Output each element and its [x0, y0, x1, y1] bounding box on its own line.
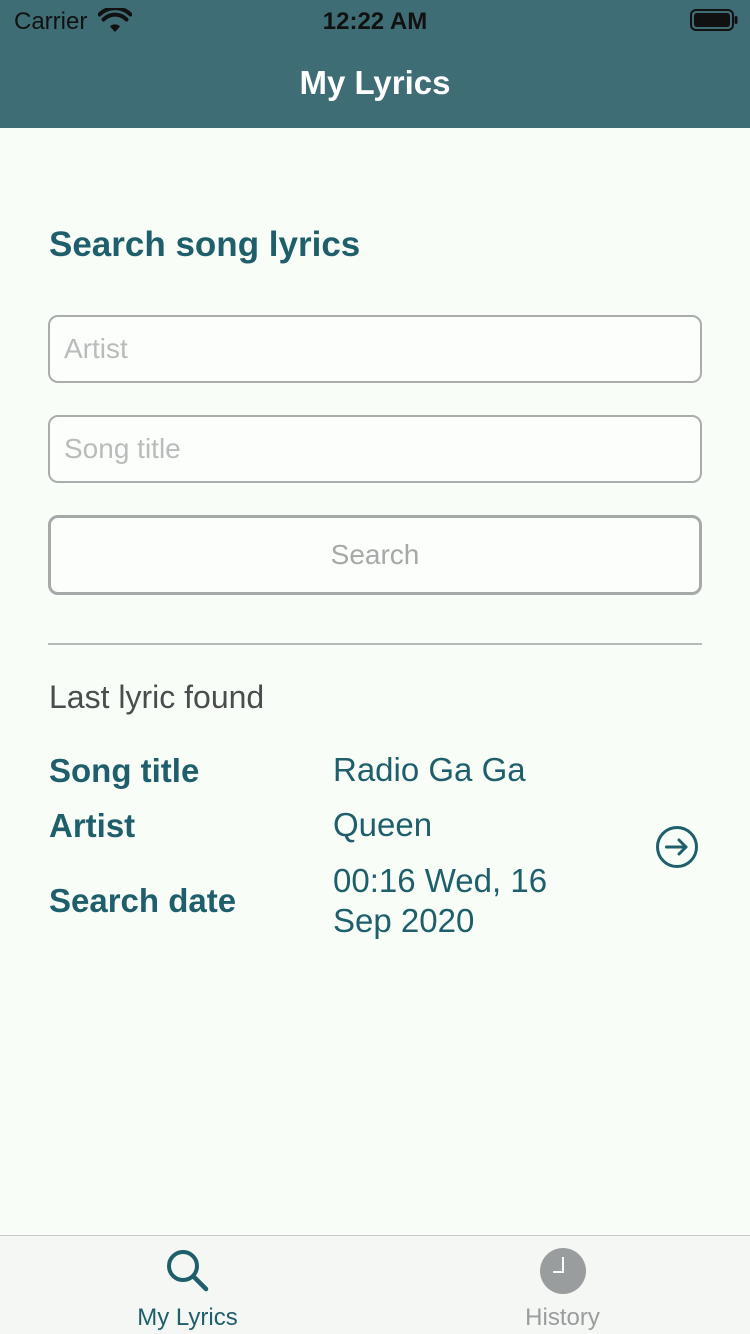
search-button[interactable]: Search: [48, 515, 702, 595]
nav-title: My Lyrics: [299, 64, 451, 101]
status-bar: Carrier 12:22 AM: [0, 0, 750, 40]
battery-icon: [690, 9, 738, 31]
last-lyric-heading: Last lyric found: [49, 679, 265, 715]
artist-value: Queen: [333, 806, 433, 843]
search-icon: [166, 1250, 208, 1292]
tab-my-lyrics[interactable]: My Lyrics: [0, 1236, 375, 1334]
clock-icon: [539, 1248, 586, 1294]
song-title-value: Radio Ga Ga: [333, 751, 526, 788]
divider: [48, 643, 702, 645]
song-title-input[interactable]: [48, 415, 702, 483]
artist-input[interactable]: [48, 315, 702, 383]
tab-my-lyrics-label: My Lyrics: [137, 1304, 238, 1331]
search-date-label: Search date: [49, 882, 237, 919]
song-title-label: Song title: [49, 752, 200, 789]
tab-history[interactable]: History: [375, 1236, 750, 1334]
navigation-header: Carrier 12:22 AM My Lyrics: [0, 0, 750, 128]
tab-bar: My Lyrics History: [0, 1235, 750, 1334]
search-date-value: 00:16 Wed, 16 Sep 2020: [333, 862, 548, 939]
search-heading: Search song lyrics: [49, 225, 361, 264]
artist-label: Artist: [49, 807, 136, 844]
arrow-right-circle-icon[interactable]: [655, 825, 699, 869]
status-time: 12:22 AM: [322, 8, 428, 35]
tab-history-label: History: [525, 1304, 600, 1331]
